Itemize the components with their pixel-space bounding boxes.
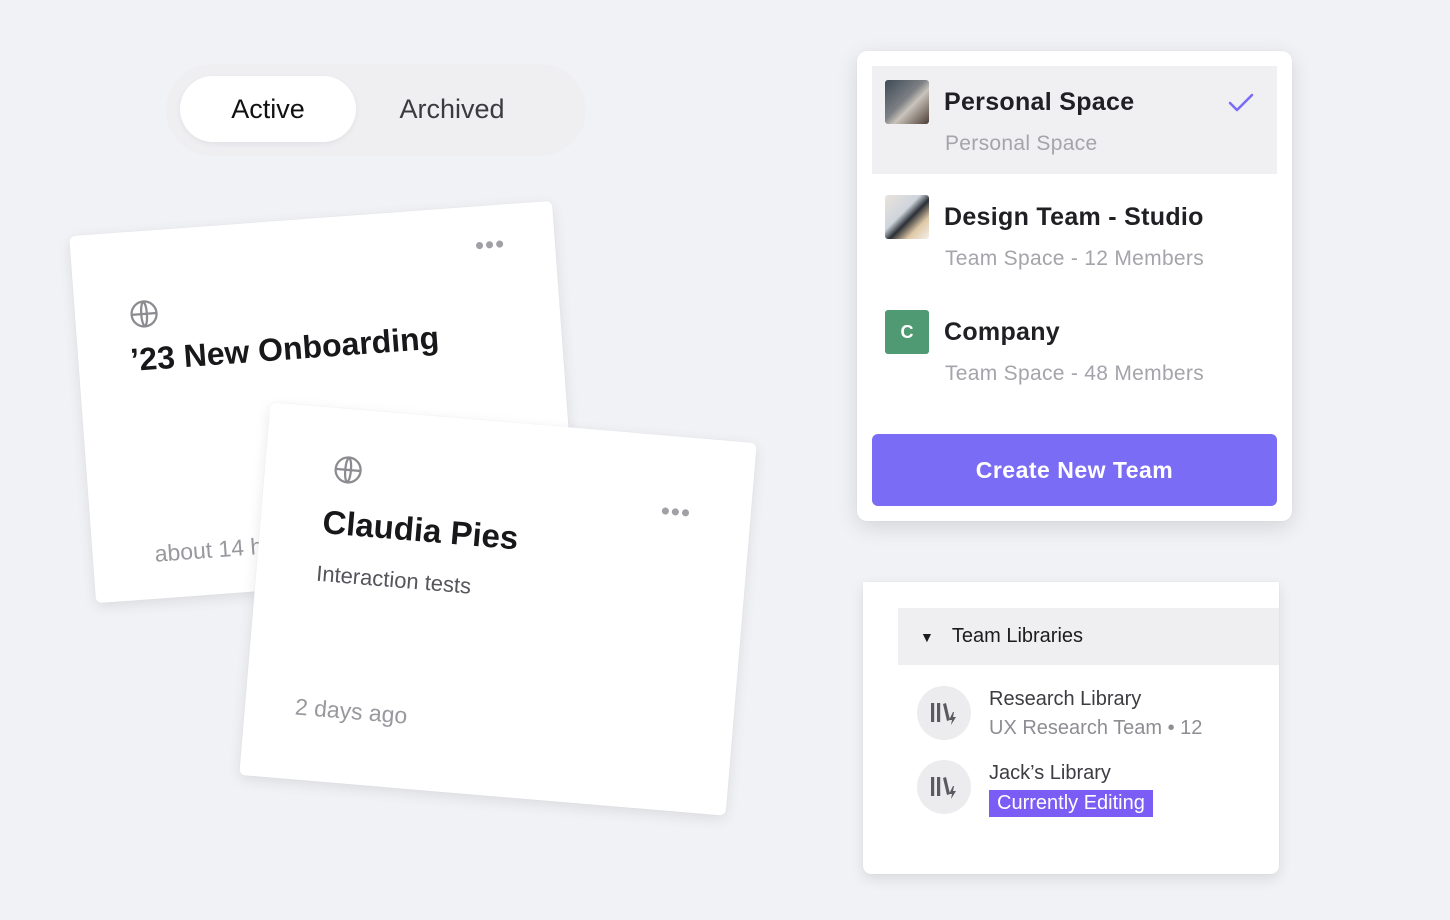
more-options-icon[interactable]: ••• [474, 228, 506, 260]
card-timestamp: 2 days ago [294, 693, 409, 729]
globe-icon [130, 300, 158, 328]
team-libraries-panel: ▼ Team Libraries Research Library UX Res… [863, 582, 1279, 874]
card-title: ’23 New Onboarding [129, 319, 441, 379]
globe-icon [334, 456, 362, 484]
section-title: Team Libraries [951, 625, 1084, 647]
workspace-item-company[interactable]: C Company Team Space - 48 Members [872, 296, 1277, 404]
tab-archived[interactable]: Archived [366, 76, 538, 142]
create-new-team-button[interactable]: Create New Team [872, 434, 1277, 506]
team-libraries-header[interactable]: ▼ Team Libraries [898, 608, 1279, 665]
library-subtitle: UX Research Team • 12 [989, 717, 1203, 739]
library-icon [917, 760, 971, 814]
tab-active[interactable]: Active [180, 76, 356, 142]
card-timestamp: about 14 h [153, 532, 265, 567]
library-item-research[interactable]: Research Library UX Research Team • 12 [917, 686, 1257, 746]
card-title: Claudia Pies [321, 503, 520, 557]
more-options-icon[interactable]: ••• [660, 495, 693, 527]
status-badge: Currently Editing [989, 790, 1153, 817]
workspace-subtitle: Personal Space [945, 132, 1098, 155]
caret-down-icon: ▼ [920, 628, 934, 645]
checkmark-icon [1228, 93, 1254, 112]
avatar [885, 80, 929, 124]
workspace-subtitle: Team Space - 12 Members [945, 247, 1205, 270]
avatar [885, 195, 929, 239]
status-tabs: Active Archived [166, 64, 586, 156]
workspace-name: Personal Space [944, 88, 1135, 116]
project-card[interactable]: ••• Claudia Pies Interaction tests 2 day… [239, 402, 757, 816]
library-name: Research Library [989, 688, 1142, 710]
avatar: C [885, 310, 929, 354]
workspace-switcher: Personal Space Personal Space Design Tea… [857, 51, 1292, 521]
workspace-subtitle: Team Space - 48 Members [945, 362, 1205, 385]
library-name: Jack’s Library [989, 762, 1111, 784]
card-subtitle: Interaction tests [315, 560, 473, 599]
workspace-item-design-team[interactable]: Design Team - Studio Team Space - 12 Mem… [872, 181, 1277, 289]
workspace-name: Company [944, 318, 1061, 346]
library-item-jack[interactable]: Jack’s Library Currently Editing [917, 760, 1257, 820]
workspace-name: Design Team - Studio [944, 203, 1204, 231]
library-icon [917, 686, 971, 740]
workspace-item-personal[interactable]: Personal Space Personal Space [872, 66, 1277, 174]
